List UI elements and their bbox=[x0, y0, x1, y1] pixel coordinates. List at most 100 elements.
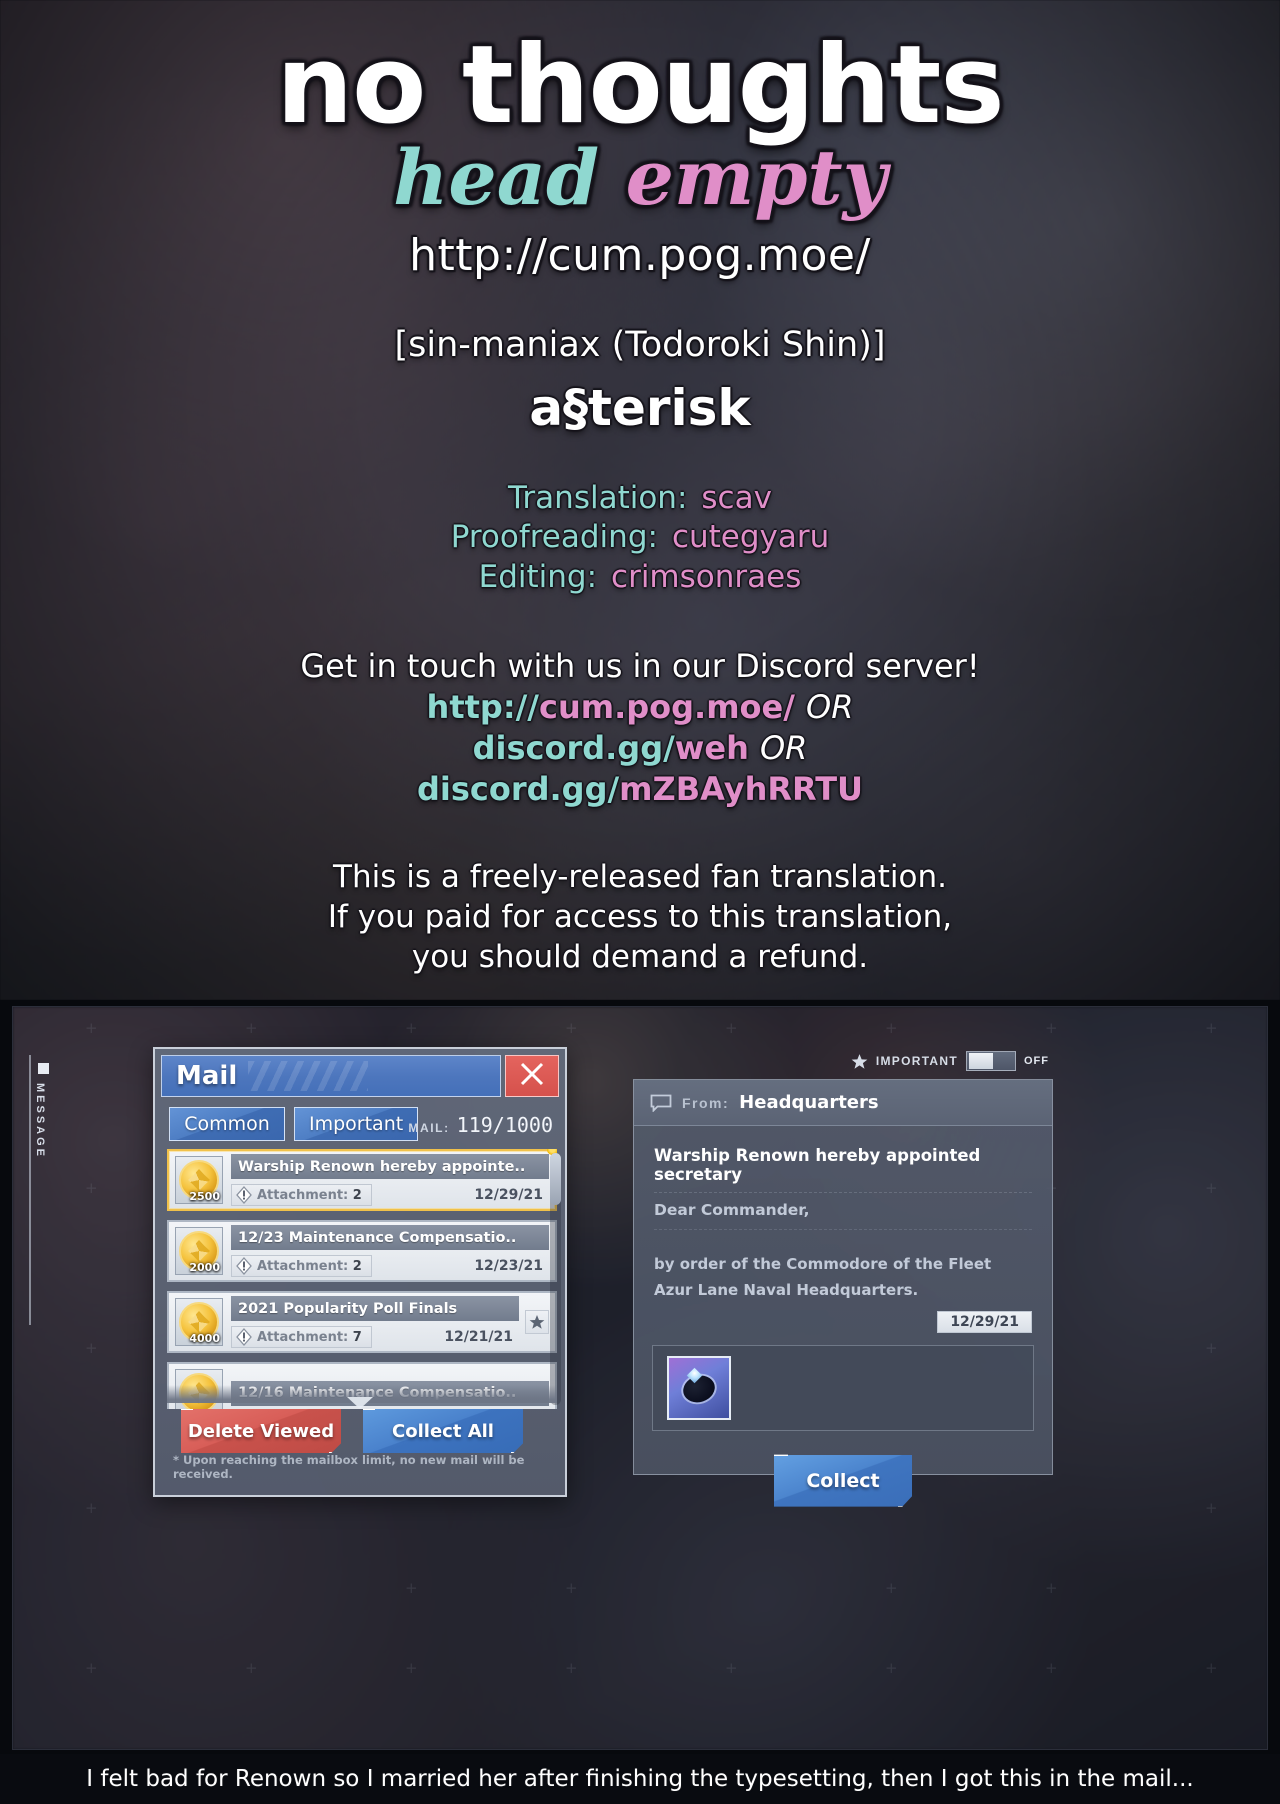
detail-body-line-2: Azur Lane Naval Headquarters. bbox=[654, 1281, 919, 1300]
detail-body-line-1: by order of the Commodore of the Fleet bbox=[654, 1255, 992, 1273]
close-button[interactable] bbox=[505, 1055, 559, 1097]
attachment-count: 2 bbox=[352, 1187, 362, 1203]
scrollbar-thumb[interactable] bbox=[550, 1153, 561, 1205]
attachment-label: Attachment: 2 bbox=[257, 1187, 362, 1203]
staff-name-value: scav bbox=[701, 479, 772, 516]
from-label: From: bbox=[682, 1094, 730, 1111]
staff-name-value: cutegyaru bbox=[671, 519, 830, 556]
work-title: a§terisk bbox=[529, 378, 751, 437]
scanlation-title-line1: no thoughts bbox=[276, 23, 1004, 148]
discord-link-3[interactable]: discord.gg/mZBAyhRRTU bbox=[0, 769, 1280, 810]
title-head-word: head bbox=[393, 133, 600, 222]
attachment-badge: Attachment: 2 bbox=[231, 1255, 372, 1277]
warning-exclamation-icon bbox=[236, 1257, 252, 1275]
group-site-url[interactable]: http://cum.pog.moe/ bbox=[0, 230, 1280, 281]
mail-subject: Warship Renown hereby appointe.. bbox=[231, 1154, 549, 1179]
mail-sender-row: From: Headquarters bbox=[634, 1080, 1052, 1126]
mail-window-titlebar: Mail bbox=[161, 1055, 501, 1097]
mail-window: Mail Common Important MAIL: 119/1000 250… bbox=[153, 1047, 567, 1497]
staff-name-value: crimsonraes bbox=[611, 559, 802, 596]
mail-list-item[interactable]: 4000 2021 Popularity Poll Finals Attachm… bbox=[167, 1291, 557, 1353]
detail-subject: Warship Renown hereby appointed secretar… bbox=[654, 1146, 1032, 1193]
mail-window-title: Mail bbox=[176, 1061, 238, 1091]
discord-link-2[interactable]: discord.gg/weh OR bbox=[0, 728, 1280, 769]
mail-counter-label: MAIL: bbox=[408, 1121, 450, 1135]
staff-role-label: Editing: bbox=[478, 559, 598, 596]
mail-list-item[interactable]: 2500 Warship Renown hereby appointe.. At… bbox=[167, 1149, 557, 1211]
rail-label: MESSAGE bbox=[34, 1083, 46, 1160]
mail-counter: MAIL: 119/1000 bbox=[408, 1113, 553, 1137]
tab-important[interactable]: Important bbox=[294, 1107, 419, 1141]
mail-subject: 12/23 Maintenance Compensatio.. bbox=[231, 1225, 549, 1250]
discord-link-1-scheme: http:// bbox=[426, 688, 539, 727]
staff-role-label: Proofreading: bbox=[450, 519, 658, 556]
mail-subject: 2021 Popularity Poll Finals bbox=[231, 1296, 519, 1321]
coin-reward-icon: 4000 bbox=[175, 1298, 223, 1346]
staff-row-proofreading: Proofreading: cutegyaru bbox=[0, 518, 1280, 558]
circle-name: [sin-maniax (Todoroki Shin)] bbox=[394, 324, 886, 365]
coin-quantity: 2000 bbox=[189, 1261, 220, 1274]
delete-viewed-button[interactable]: Delete Viewed bbox=[181, 1409, 341, 1453]
fan-translation-notice: This is a freely-released fan translatio… bbox=[0, 858, 1280, 977]
notice-line-2: If you paid for access to this translati… bbox=[327, 898, 953, 935]
attachment-label: Attachment: 7 bbox=[257, 1329, 362, 1345]
message-bubble-icon bbox=[650, 1094, 672, 1112]
coin-quantity: 4000 bbox=[189, 1332, 220, 1345]
attachment-badge: Attachment: 2 bbox=[231, 1184, 372, 1206]
mail-detail-body: From: Headquarters Warship Renown hereby… bbox=[633, 1079, 1053, 1507]
staff-credits: Translation: scav Proofreading: cutegyar… bbox=[0, 479, 1280, 598]
discord-link-1-or: OR bbox=[806, 688, 854, 727]
attachment-label: Attachment: 2 bbox=[257, 1258, 362, 1274]
mail-tab-bar: Common Important bbox=[169, 1107, 419, 1141]
credits-panel: no thoughts head empty http://cum.pog.mo… bbox=[0, 0, 1280, 1000]
warning-exclamation-icon bbox=[236, 1186, 252, 1204]
mail-date: 12/23/21 bbox=[474, 1258, 543, 1274]
discord-link-3-code: mZBAyhRRTU bbox=[619, 770, 864, 809]
discord-invite-block: Get in touch with us in our Discord serv… bbox=[0, 646, 1280, 810]
discord-link-2-or: OR bbox=[759, 729, 808, 768]
discord-link-1[interactable]: http://cum.pog.moe/ OR bbox=[0, 687, 1280, 728]
scanlation-title-line2: head empty bbox=[0, 138, 1280, 218]
discord-link-3-domain: discord.gg/ bbox=[416, 770, 620, 809]
staff-row-translation: Translation: scav bbox=[0, 479, 1280, 519]
attachment-count: 7 bbox=[352, 1329, 362, 1345]
message-side-rail: MESSAGE bbox=[29, 1055, 55, 1325]
important-star-icon[interactable] bbox=[525, 1310, 549, 1334]
game-screenshot: + + + + + + + + + + + + + + + + + + + + … bbox=[12, 1006, 1268, 1750]
warning-exclamation-icon bbox=[236, 1328, 252, 1346]
discord-link-2-domain: discord.gg/ bbox=[472, 729, 675, 768]
important-star-icon bbox=[851, 1053, 868, 1070]
mail-detail-content: Warship Renown hereby appointed secretar… bbox=[634, 1126, 1052, 1333]
from-value: Headquarters bbox=[739, 1092, 879, 1113]
attachment-count: 2 bbox=[352, 1258, 362, 1274]
mail-list[interactable]: 2500 Warship Renown hereby appointe.. At… bbox=[167, 1149, 557, 1409]
close-x-icon bbox=[517, 1059, 547, 1094]
page-root: no thoughts head empty http://cum.pog.mo… bbox=[0, 0, 1280, 1804]
mail-counter-value: 119/1000 bbox=[456, 1113, 553, 1137]
collect-button[interactable]: Collect bbox=[774, 1454, 912, 1507]
mail-action-buttons: Delete Viewed Collect All bbox=[181, 1409, 523, 1453]
mail-date: 12/29/21 bbox=[474, 1187, 543, 1203]
important-toggle-label: IMPORTANT bbox=[875, 1054, 958, 1068]
important-toggle-switch[interactable] bbox=[966, 1051, 1016, 1071]
scroll-down-caret-icon[interactable] bbox=[347, 1397, 373, 1409]
toggle-state-label: OFF bbox=[1024, 1055, 1049, 1067]
attachment-item-icon[interactable] bbox=[667, 1355, 731, 1420]
rail-marker-icon bbox=[38, 1063, 49, 1074]
discord-heading: Get in touch with us in our Discord serv… bbox=[300, 646, 980, 685]
detail-attachment-box bbox=[652, 1344, 1034, 1431]
toggle-knob bbox=[969, 1053, 993, 1069]
notice-line-1: This is a freely-released fan translatio… bbox=[333, 859, 947, 896]
attachment-badge: Attachment: 7 bbox=[231, 1326, 372, 1348]
coin-reward-icon: 2000 bbox=[175, 1227, 223, 1275]
mail-list-scrollbar[interactable] bbox=[550, 1153, 561, 1405]
mail-detail-panel: IMPORTANT OFF From: Headquarters Warship… bbox=[633, 1047, 1053, 1507]
tab-common[interactable]: Common bbox=[169, 1107, 285, 1141]
translator-caption-text: I felt bad for Renown so I married her a… bbox=[86, 1766, 1194, 1792]
detail-greeting: Dear Commander, bbox=[654, 1201, 1032, 1230]
coin-quantity: 2500 bbox=[189, 1190, 220, 1203]
staff-row-editing: Editing: crimsonraes bbox=[0, 558, 1280, 598]
collect-all-button[interactable]: Collect All bbox=[363, 1409, 523, 1453]
mail-list-item[interactable]: 2000 12/23 Maintenance Compensatio.. Att… bbox=[167, 1220, 557, 1282]
important-toggle-row: IMPORTANT OFF bbox=[851, 1051, 1049, 1071]
